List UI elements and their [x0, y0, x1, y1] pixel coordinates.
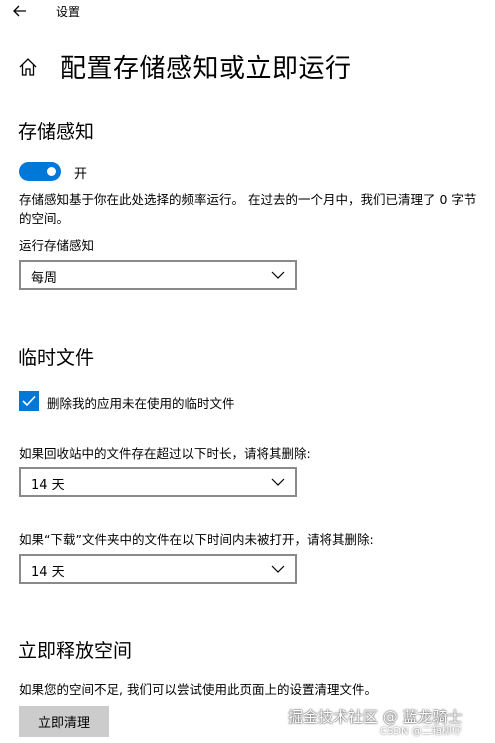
watermark-subtext: CSDN @二箱柳仔 — [380, 726, 462, 737]
page-title: 配置存储感知或立即运行 — [60, 54, 352, 84]
recycle-bin-value: 14 天 — [31, 478, 65, 493]
toggle-knob — [47, 167, 56, 176]
home-button[interactable] — [17, 56, 39, 78]
downloads-dropdown[interactable]: 14 天 — [19, 554, 297, 584]
storage-sense-heading: 存储感知 — [18, 121, 95, 143]
recycle-bin-label: 如果回收站中的文件存在超过以下时长，请将其删除: — [19, 446, 311, 461]
run-frequency-dropdown[interactable]: 每周 — [19, 260, 297, 290]
checkmark-icon — [22, 395, 36, 407]
clean-now-button[interactable]: 立即清理 — [19, 706, 109, 737]
chevron-down-icon — [271, 478, 285, 486]
delete-temp-files-label: 删除我的应用未在使用的临时文件 — [47, 396, 235, 411]
back-arrow-icon — [13, 5, 26, 17]
downloads-label: 如果“下载”文件夹中的文件在以下时间内未被打开，请将其删除: — [19, 532, 374, 547]
toggle-state-label: 开 — [74, 167, 88, 182]
free-space-description: 如果您的空间不足, 我们可以尝试使用此页面上的设置清理文件。 — [19, 682, 377, 697]
home-icon — [19, 58, 37, 76]
run-storage-sense-label: 运行存储感知 — [19, 238, 95, 253]
run-frequency-value: 每周 — [31, 271, 58, 286]
storage-sense-description: 存储感知基于你在此处选择的频率运行。 在过去的一个月中，我们已清理了 0 字节 … — [19, 192, 477, 226]
recycle-bin-dropdown[interactable]: 14 天 — [19, 467, 297, 497]
chevron-down-icon — [271, 271, 285, 279]
chevron-down-icon — [271, 565, 285, 573]
back-button[interactable] — [6, 0, 34, 22]
free-space-heading: 立即释放空间 — [18, 640, 133, 662]
delete-temp-files-checkbox[interactable] — [19, 391, 39, 411]
downloads-value: 14 天 — [31, 565, 65, 580]
temp-files-heading: 临时文件 — [18, 347, 95, 369]
app-title: 设置 — [56, 5, 81, 19]
storage-sense-toggle[interactable] — [19, 162, 61, 181]
